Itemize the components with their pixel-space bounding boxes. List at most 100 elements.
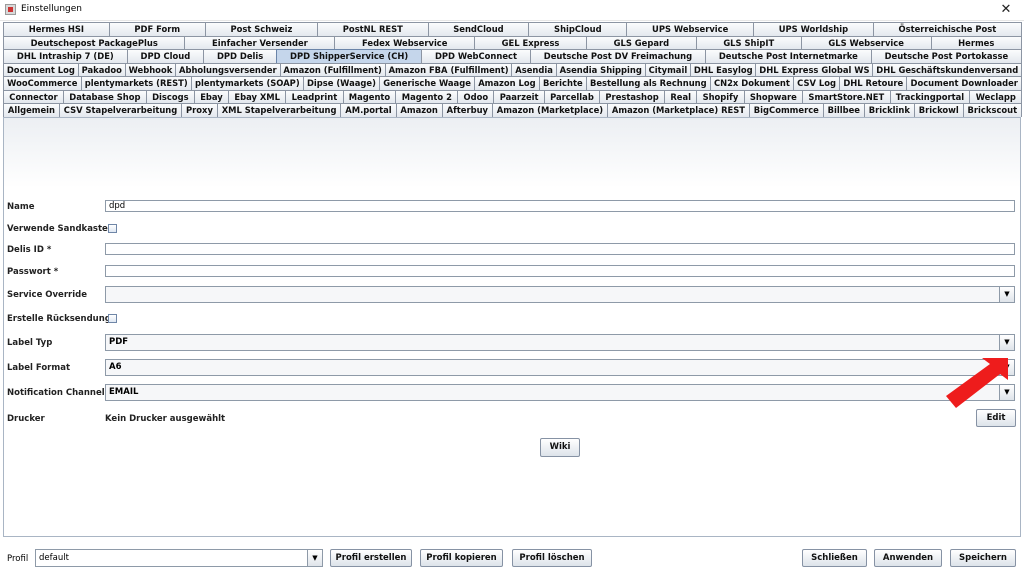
tab-bricklink[interactable]: Bricklink bbox=[863, 103, 915, 117]
tab-ups-worldship[interactable]: UPS Worldship bbox=[753, 22, 874, 36]
tab-am-portal[interactable]: AM.portal bbox=[340, 103, 397, 117]
apply-button[interactable]: Anwenden bbox=[874, 549, 942, 567]
tab-odoo[interactable]: Odoo bbox=[457, 89, 495, 103]
tab-dipse-waage[interactable]: Dipse (Waage) bbox=[302, 76, 381, 90]
tab-fedex-webservice[interactable]: Fedex Webservice bbox=[334, 35, 476, 49]
label-type-select[interactable]: PDF ▼ bbox=[105, 334, 1015, 351]
tab-dpd-delis[interactable]: DPD Delis bbox=[203, 49, 278, 63]
sandbox-checkbox[interactable] bbox=[108, 224, 117, 233]
tab-csv-log[interactable]: CSV Log bbox=[793, 76, 841, 90]
wiki-button[interactable]: Wiki bbox=[540, 438, 580, 457]
tab-post-schweiz[interactable]: Post Schweiz bbox=[204, 22, 319, 36]
tab-smartstore-net[interactable]: SmartStore.NET bbox=[802, 89, 891, 103]
edit-printer-button[interactable]: Edit bbox=[976, 409, 1016, 427]
tab-leadprint[interactable]: Leadprint bbox=[285, 89, 344, 103]
tab-dhl-geschäftskundenversand[interactable]: DHL Geschäftskundenversand bbox=[872, 62, 1023, 76]
tab-bigcommerce[interactable]: BigCommerce bbox=[748, 103, 824, 117]
tab-cn2x-dokument[interactable]: CN2x Dokument bbox=[709, 76, 795, 90]
tab-brickowl[interactable]: Brickowl bbox=[913, 103, 964, 117]
tab-einfacher-versender[interactable]: Einfacher Versender bbox=[184, 35, 336, 49]
tab-paarzeit[interactable]: Paarzeit bbox=[493, 89, 545, 103]
dropdown-arrow-icon[interactable]: ▼ bbox=[999, 287, 1014, 302]
tab-weclapp[interactable]: Weclapp bbox=[969, 89, 1023, 103]
tab-gel-express[interactable]: GEL Express bbox=[474, 35, 588, 49]
tab-hermes[interactable]: Hermes bbox=[930, 35, 1022, 49]
tab-amazon-fba-fulfillment[interactable]: Amazon FBA (Fulfillment) bbox=[384, 62, 513, 76]
tab-asendia-shipping[interactable]: Asendia Shipping bbox=[555, 62, 646, 76]
tab-connector[interactable]: Connector bbox=[3, 89, 64, 103]
tab-hermes-hsi[interactable]: Hermes HSI bbox=[3, 22, 110, 36]
tab-ups-webservice[interactable]: UPS Webservice bbox=[626, 22, 755, 36]
profile-select[interactable]: default ▼ bbox=[35, 549, 323, 567]
tab-prestashop[interactable]: Prestashop bbox=[599, 89, 666, 103]
tab-citymail[interactable]: Citymail bbox=[644, 62, 692, 76]
tab-xml-stapelverarbeitung[interactable]: XML Stapelverarbeitung bbox=[216, 103, 342, 117]
tab-proxy[interactable]: Proxy bbox=[181, 103, 218, 117]
tab-document-downloader[interactable]: Document Downloader bbox=[906, 76, 1023, 90]
tab-postnl-rest[interactable]: PostNL REST bbox=[317, 22, 429, 36]
tab-database-shop[interactable]: Database Shop bbox=[62, 89, 147, 103]
notification-channel-select[interactable]: EMAIL ▼ bbox=[105, 384, 1015, 401]
tab-asendia[interactable]: Asendia bbox=[511, 62, 557, 76]
tab-generische-waage[interactable]: Generische Waage bbox=[379, 76, 476, 90]
tab-woocommerce[interactable]: WooCommerce bbox=[3, 76, 82, 90]
tab-gls-gepard[interactable]: GLS Gepard bbox=[586, 35, 697, 49]
dropdown-arrow-icon[interactable]: ▼ bbox=[307, 550, 322, 566]
close-dialog-button[interactable]: Schließen bbox=[802, 549, 867, 567]
label-format-select[interactable]: A6 ▼ bbox=[105, 359, 1015, 376]
tab-magento[interactable]: Magento bbox=[342, 89, 397, 103]
tab-allgemein[interactable]: Allgemein bbox=[3, 103, 60, 117]
tab-amazon-fulfillment[interactable]: Amazon (Fulfillment) bbox=[279, 62, 386, 76]
delete-profile-button[interactable]: Profil löschen bbox=[512, 549, 592, 567]
tab-berichte[interactable]: Berichte bbox=[538, 76, 587, 90]
tab-brickscout[interactable]: Brickscout bbox=[962, 103, 1023, 117]
tab-plentymarkets-soap[interactable]: plentymarkets (SOAP) bbox=[190, 76, 304, 90]
tab-sendcloud[interactable]: SendCloud bbox=[427, 22, 530, 36]
tab-pdf-form[interactable]: PDF Form bbox=[108, 22, 206, 36]
tab-abholungsversender[interactable]: Abholungsversender bbox=[175, 62, 281, 76]
tab-deutsche-post-portokasse[interactable]: Deutsche Post Portokasse bbox=[870, 49, 1023, 63]
tab-dhl-express-global-ws[interactable]: DHL Express Global WS bbox=[755, 62, 874, 76]
tab-dhl-intraship-7-de[interactable]: DHL Intraship 7 (DE) bbox=[3, 49, 128, 63]
tab-webhook[interactable]: Webhook bbox=[124, 62, 177, 76]
tab-afterbuy[interactable]: Afterbuy bbox=[441, 103, 493, 117]
tab-dhl-retoure[interactable]: DHL Retoure bbox=[839, 76, 908, 90]
tab-shopware[interactable]: Shopware bbox=[743, 89, 804, 103]
tab-gls-webservice[interactable]: GLS Webservice bbox=[800, 35, 932, 49]
tab-amazon-marketplace-rest[interactable]: Amazon (Marketplace) REST bbox=[606, 103, 750, 117]
tab-ebay[interactable]: Ebay bbox=[193, 89, 230, 103]
tab-deutschepost-packageplus[interactable]: Deutschepost PackagePlus bbox=[3, 35, 186, 49]
save-button[interactable]: Speichern bbox=[950, 549, 1016, 567]
tab-deutsche-post-dv-freimachung[interactable]: Deutsche Post DV Freimachung bbox=[529, 49, 706, 63]
tab-discogs[interactable]: Discogs bbox=[145, 89, 195, 103]
copy-profile-button[interactable]: Profil kopieren bbox=[420, 549, 503, 567]
tab-bestellung-als-rechnung[interactable]: Bestellung als Rechnung bbox=[585, 76, 711, 90]
tab-csv-stapelverarbeitung[interactable]: CSV Stapelverarbeitung bbox=[58, 103, 183, 117]
tab-plentymarkets-rest[interactable]: plentymarkets (REST) bbox=[80, 76, 192, 90]
tab-shipcloud[interactable]: ShipCloud bbox=[528, 22, 628, 36]
close-button[interactable]: ✕ bbox=[994, 0, 1018, 20]
service-override-select[interactable]: ▼ bbox=[105, 286, 1015, 303]
tab-parcellab[interactable]: Parcellab bbox=[543, 89, 601, 103]
password-field[interactable] bbox=[105, 265, 1015, 277]
name-field[interactable]: dpd bbox=[105, 200, 1015, 212]
tab-magento-2[interactable]: Magento 2 bbox=[395, 89, 459, 103]
tab-billbee[interactable]: Billbee bbox=[822, 103, 865, 117]
tab-amazon-marketplace[interactable]: Amazon (Marketplace) bbox=[491, 103, 608, 117]
tab-dpd-cloud[interactable]: DPD Cloud bbox=[126, 49, 205, 63]
tab-trackingportal[interactable]: Trackingportal bbox=[889, 89, 971, 103]
tab-pakadoo[interactable]: Pakadoo bbox=[77, 62, 126, 76]
dropdown-arrow-icon[interactable]: ▼ bbox=[999, 335, 1014, 350]
tab-dhl-easylog[interactable]: DHL Easylog bbox=[690, 62, 757, 76]
tab-deutsche-post-internetmarke[interactable]: Deutsche Post Internetmarke bbox=[704, 49, 872, 63]
delis-id-field[interactable] bbox=[105, 243, 1015, 255]
tab-amazon-log[interactable]: Amazon Log bbox=[474, 76, 540, 90]
create-return-checkbox[interactable] bbox=[108, 314, 117, 323]
create-profile-button[interactable]: Profil erstellen bbox=[330, 549, 412, 567]
tab-shopify[interactable]: Shopify bbox=[696, 89, 745, 103]
tab-amazon[interactable]: Amazon bbox=[395, 103, 443, 117]
tab-dpd-shipperservice-ch[interactable]: DPD ShipperService (CH) bbox=[276, 49, 423, 63]
tab-österreichische-post[interactable]: Österreichische Post bbox=[872, 22, 1022, 36]
tab-document-log[interactable]: Document Log bbox=[3, 62, 79, 76]
tab-dpd-webconnect[interactable]: DPD WebConnect bbox=[421, 49, 531, 63]
